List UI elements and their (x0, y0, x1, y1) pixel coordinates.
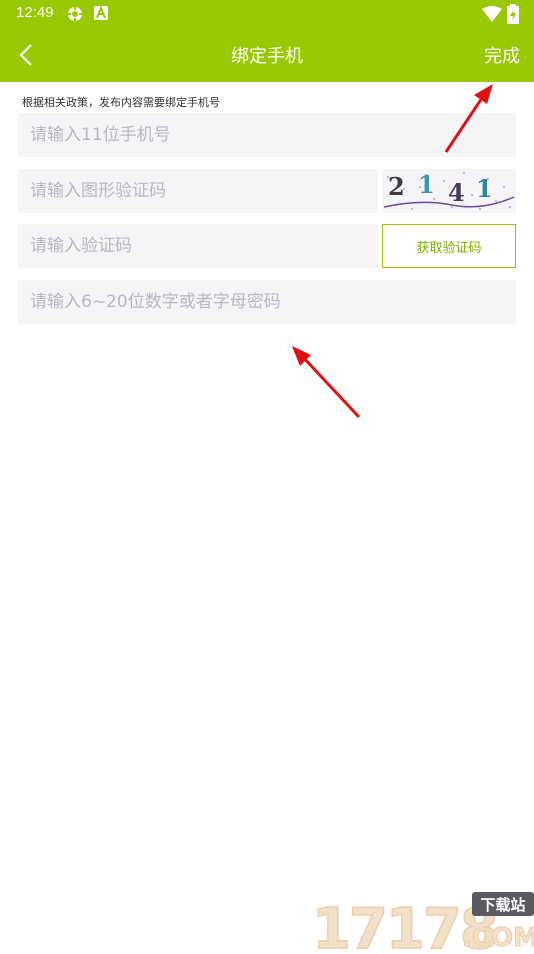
wifi-icon (482, 6, 502, 26)
page-title: 绑定手机 (231, 46, 303, 67)
annotation-arrowhead (474, 84, 493, 104)
sms-code-input[interactable] (18, 224, 378, 268)
app-bar: 绑定手机 完成 (0, 28, 534, 82)
status-time: 12:49 (16, 4, 54, 21)
watermark-logo: 17178 下载站 .COM (311, 890, 534, 954)
settings-gear-icon (66, 5, 84, 27)
captcha-image[interactable]: 2 1 4 1 (382, 169, 516, 213)
captcha-field (18, 169, 378, 213)
annotation-arrowhead (292, 346, 311, 366)
policy-notice: 根据相关政策，发布内容需要绑定手机号 (22, 96, 220, 109)
annotation-arrow-line (300, 354, 361, 419)
get-code-button[interactable]: 获取验证码 (382, 224, 516, 268)
sms-code-field (18, 224, 378, 268)
captcha-char: 4 (448, 178, 465, 207)
captcha-char: 1 (418, 170, 435, 199)
done-button[interactable]: 完成 (484, 42, 520, 68)
captcha-input[interactable] (18, 169, 378, 213)
captcha-char: 1 (476, 174, 493, 203)
battery-icon (507, 4, 519, 28)
captcha-char: 2 (388, 172, 405, 201)
password-input[interactable] (18, 280, 516, 324)
phone-field (18, 113, 516, 157)
a-letter-icon (94, 5, 108, 24)
svg-text:.COM: .COM (462, 923, 534, 950)
svg-text:下载站: 下载站 (480, 896, 525, 914)
password-field (18, 280, 516, 324)
status-bar: 12:49 (0, 0, 534, 28)
phone-input[interactable] (18, 113, 516, 157)
